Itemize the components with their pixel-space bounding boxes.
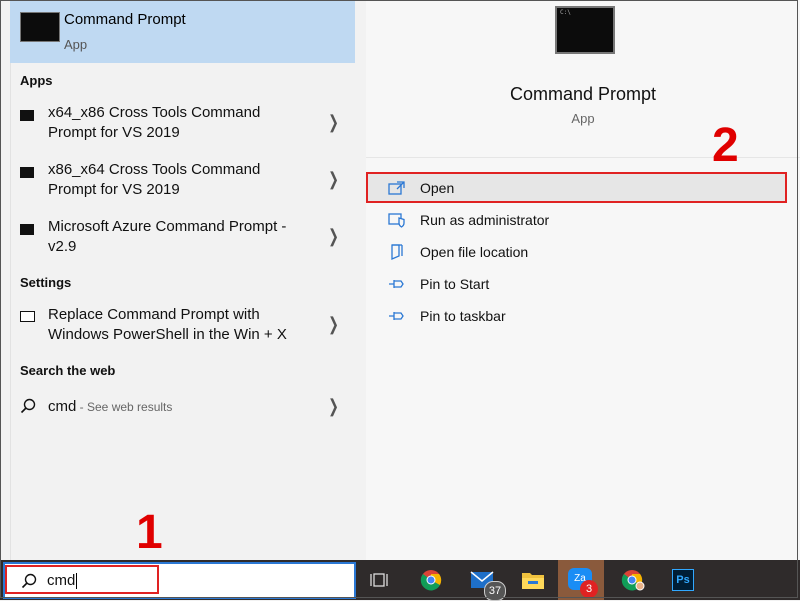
chevron-right-icon[interactable]: ❯ <box>328 314 339 335</box>
best-match-title: Command Prompt <box>64 11 186 28</box>
chrome-icon <box>621 570 645 591</box>
app-result-x64-x86[interactable]: x64_x86 Cross Tools Command Prompt for V… <box>10 100 355 152</box>
monitor-settings-icon <box>20 311 35 322</box>
app-result-label: Microsoft Azure Command Prompt - v2.9 <box>48 218 287 255</box>
section-web-heading: Search the web <box>20 363 116 378</box>
app-result-label: x86_x64 Cross Tools Command Prompt for V… <box>48 161 261 198</box>
web-see-results: - See web results <box>76 400 173 414</box>
pin-icon <box>389 280 404 288</box>
settings-result-replace-cmd[interactable]: Replace Command Prompt with Windows Powe… <box>10 302 355 354</box>
best-match-command-prompt[interactable]: Command Prompt App <box>10 0 355 63</box>
section-apps-heading: Apps <box>20 73 53 88</box>
taskbar-mail[interactable]: 37 <box>460 560 506 601</box>
taskbar-zalo[interactable]: Za 3 <box>558 560 604 600</box>
thumb-prompt-text: C:\ <box>560 9 571 16</box>
console-app-icon <box>20 224 34 235</box>
taskbar-photoshop[interactable]: Ps <box>661 560 705 600</box>
action-pin-start-label: Pin to Start <box>420 276 490 292</box>
file-explorer-icon <box>522 573 544 589</box>
action-file-location-label: Open file location <box>420 244 529 260</box>
photoshop-icon: Ps <box>672 569 694 591</box>
task-view-icon <box>370 573 388 587</box>
taskbar-chrome-profile[interactable] <box>610 560 654 600</box>
action-pin-to-taskbar[interactable]: Pin to taskbar <box>366 300 800 332</box>
console-app-icon <box>20 110 34 121</box>
left-edge <box>0 0 11 560</box>
step-label-2: 2 <box>712 119 739 172</box>
command-prompt-thumb-icon <box>20 12 60 42</box>
zalo-badge: 3 <box>580 580 598 598</box>
search-highlight <box>5 565 159 594</box>
action-open-file-location[interactable]: Open file location <box>366 236 800 268</box>
web-result-cmd[interactable]: cmd - See web results ❯ <box>10 392 355 422</box>
action-open-label: Open <box>420 180 455 196</box>
open-icon <box>388 181 405 195</box>
action-run-admin-label: Run as administrator <box>420 212 550 228</box>
preview-title: Command Prompt <box>509 84 657 104</box>
action-pin-to-start[interactable]: Pin to Start <box>366 268 800 300</box>
action-open[interactable]: Open <box>366 172 800 204</box>
action-pin-taskbar-label: Pin to taskbar <box>420 308 506 324</box>
command-prompt-large-icon: C:\ <box>555 6 615 54</box>
task-view-button[interactable] <box>357 560 401 600</box>
results-panel: Command Prompt App Apps x64_x86 Cross To… <box>0 0 356 560</box>
app-result-azure-command-prompt[interactable]: Microsoft Azure Command Prompt - v2.9 ❯ <box>10 214 355 266</box>
chevron-right-icon[interactable]: ❯ <box>328 112 339 133</box>
app-result-label: x64_x86 Cross Tools Command Prompt for V… <box>48 104 261 141</box>
console-app-icon <box>20 167 34 178</box>
action-run-as-administrator[interactable]: Run as administrator <box>366 204 800 236</box>
chevron-right-icon[interactable]: ❯ <box>328 169 339 190</box>
best-match-subtitle: App <box>64 37 88 52</box>
folder-icon <box>391 244 403 260</box>
settings-result-label: Replace Command Prompt with Windows Powe… <box>48 306 287 343</box>
shield-icon <box>388 213 405 228</box>
taskbar-chrome[interactable] <box>409 560 453 600</box>
step-label-1: 1 <box>136 506 163 559</box>
chrome-icon <box>420 570 442 591</box>
pin-icon <box>389 312 404 320</box>
taskbar-file-explorer[interactable] <box>511 560 555 600</box>
chevron-right-icon[interactable]: ❯ <box>328 396 339 417</box>
mail-badge: 37 <box>484 581 506 601</box>
search-icon <box>20 398 36 414</box>
chevron-right-icon[interactable]: ❯ <box>328 226 339 247</box>
section-settings-heading: Settings <box>20 275 72 290</box>
web-query: cmd <box>48 398 77 415</box>
app-result-x86-x64[interactable]: x86_x64 Cross Tools Command Prompt for V… <box>10 157 355 209</box>
